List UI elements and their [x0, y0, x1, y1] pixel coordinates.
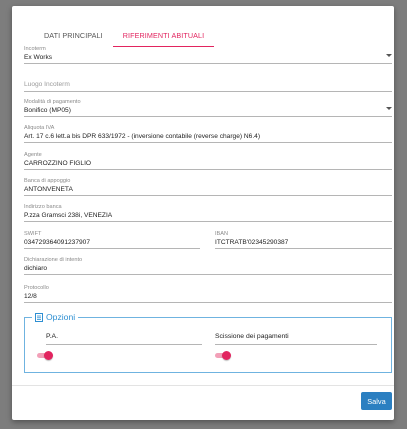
dialog: DATI PRINCIPALI RIFERIMENTI ABITUALI Inc… — [12, 6, 394, 420]
aliquota-iva-underline — [24, 142, 392, 143]
aliquota-iva-value: Art. 17 c.6 lett.a bis DPR 633/1972 - (i… — [24, 133, 261, 140]
iban-underline — [215, 248, 392, 249]
tab-bar: DATI PRINCIPALI RIFERIMENTI ABITUALI — [34, 27, 215, 47]
options-title: Opzioni — [46, 312, 76, 322]
dichiarazione-intento-label: Dichiarazione di intento — [24, 257, 83, 263]
dichiarazione-intento-field[interactable]: Dichiarazione di intento dichiaro — [24, 257, 392, 277]
agente-underline — [24, 169, 392, 170]
modalita-pagamento-value: Bonifico (MP05) — [24, 107, 71, 114]
protocollo-underline — [24, 302, 392, 303]
scissione-toggle-knob — [222, 351, 231, 360]
protocollo-field[interactable]: Protocollo 12/8 — [24, 285, 392, 305]
modalita-pagamento-select[interactable]: Modalità di pagamento Bonifico (MP05) — [24, 99, 392, 119]
iban-value: ITCTRATB'02345290387 — [215, 239, 289, 246]
incoterm-select[interactable]: Incoterm Ex Works — [24, 46, 392, 66]
modalita-pagamento-underline — [24, 116, 392, 117]
pa-toggle[interactable] — [37, 351, 53, 360]
banca-appoggio-underline — [24, 195, 392, 196]
dichiarazione-intento-value: dichiaro — [24, 265, 48, 272]
indirizzo-banca-underline — [24, 221, 392, 222]
tab-dati-principali[interactable]: DATI PRINCIPALI — [34, 27, 113, 47]
scissione-toggle[interactable] — [215, 351, 231, 360]
protocollo-value: 12/8 — [24, 293, 37, 300]
footer-divider — [12, 385, 394, 386]
save-button[interactable]: Salva — [361, 392, 392, 410]
indirizzo-banca-field[interactable]: Indirizzo banca P.zza Gramsci 238i, VENE… — [24, 204, 392, 224]
banca-appoggio-label: Banca di appoggio — [24, 178, 71, 184]
incoterm-label: Incoterm — [24, 46, 46, 52]
chevron-down-icon — [386, 107, 392, 110]
scissione-label: Scissione dei pagamenti — [215, 333, 289, 340]
agente-label: Agente — [24, 152, 42, 158]
protocollo-label: Protocollo — [24, 285, 49, 291]
dichiarazione-intento-underline — [24, 274, 392, 275]
swift-field[interactable]: SWIFT 034729364091237907 — [24, 231, 200, 251]
incoterm-underline — [24, 63, 392, 64]
iban-field[interactable]: IBAN ITCTRATB'02345290387 — [215, 231, 392, 251]
scissione-underline — [215, 344, 377, 345]
tab-riferimenti-abituali[interactable]: RIFERIMENTI ABITUALI — [112, 27, 215, 47]
swift-underline — [24, 248, 200, 249]
swift-value: 034729364091237907 — [24, 239, 91, 246]
luogo-incoterm-underline — [24, 91, 392, 92]
agente-field[interactable]: Agente CARROZZINO FIGLIO — [24, 152, 392, 172]
list-icon — [35, 312, 43, 322]
options-legend: Opzioni — [32, 312, 79, 322]
pa-toggle-knob — [44, 351, 53, 360]
luogo-incoterm-placeholder: Luogo Incoterm — [24, 81, 70, 88]
aliquota-iva-field[interactable]: Aliquota IVA Art. 17 c.6 lett.a bis DPR … — [24, 125, 392, 145]
indirizzo-banca-label: Indirizzo banca — [24, 204, 62, 210]
swift-label: SWIFT — [24, 231, 42, 237]
banca-appoggio-value: ANTONVENETA — [24, 186, 73, 193]
agente-value: CARROZZINO FIGLIO — [24, 160, 92, 167]
pa-underline — [46, 344, 202, 345]
aliquota-iva-label: Aliquota IVA — [24, 125, 55, 131]
iban-label: IBAN — [215, 231, 229, 237]
luogo-incoterm-field[interactable]: Luogo Incoterm — [24, 80, 392, 95]
indirizzo-banca-value: P.zza Gramsci 238i, VENEZIA — [24, 212, 113, 219]
pa-label: P.A. — [46, 333, 58, 340]
banca-appoggio-field[interactable]: Banca di appoggio ANTONVENETA — [24, 178, 392, 198]
options-fieldset: Opzioni P.A. Scissione dei pagamenti — [24, 312, 392, 373]
modalita-pagamento-label: Modalità di pagamento — [24, 99, 81, 105]
incoterm-value: Ex Works — [24, 54, 53, 61]
chevron-down-icon — [386, 54, 392, 57]
